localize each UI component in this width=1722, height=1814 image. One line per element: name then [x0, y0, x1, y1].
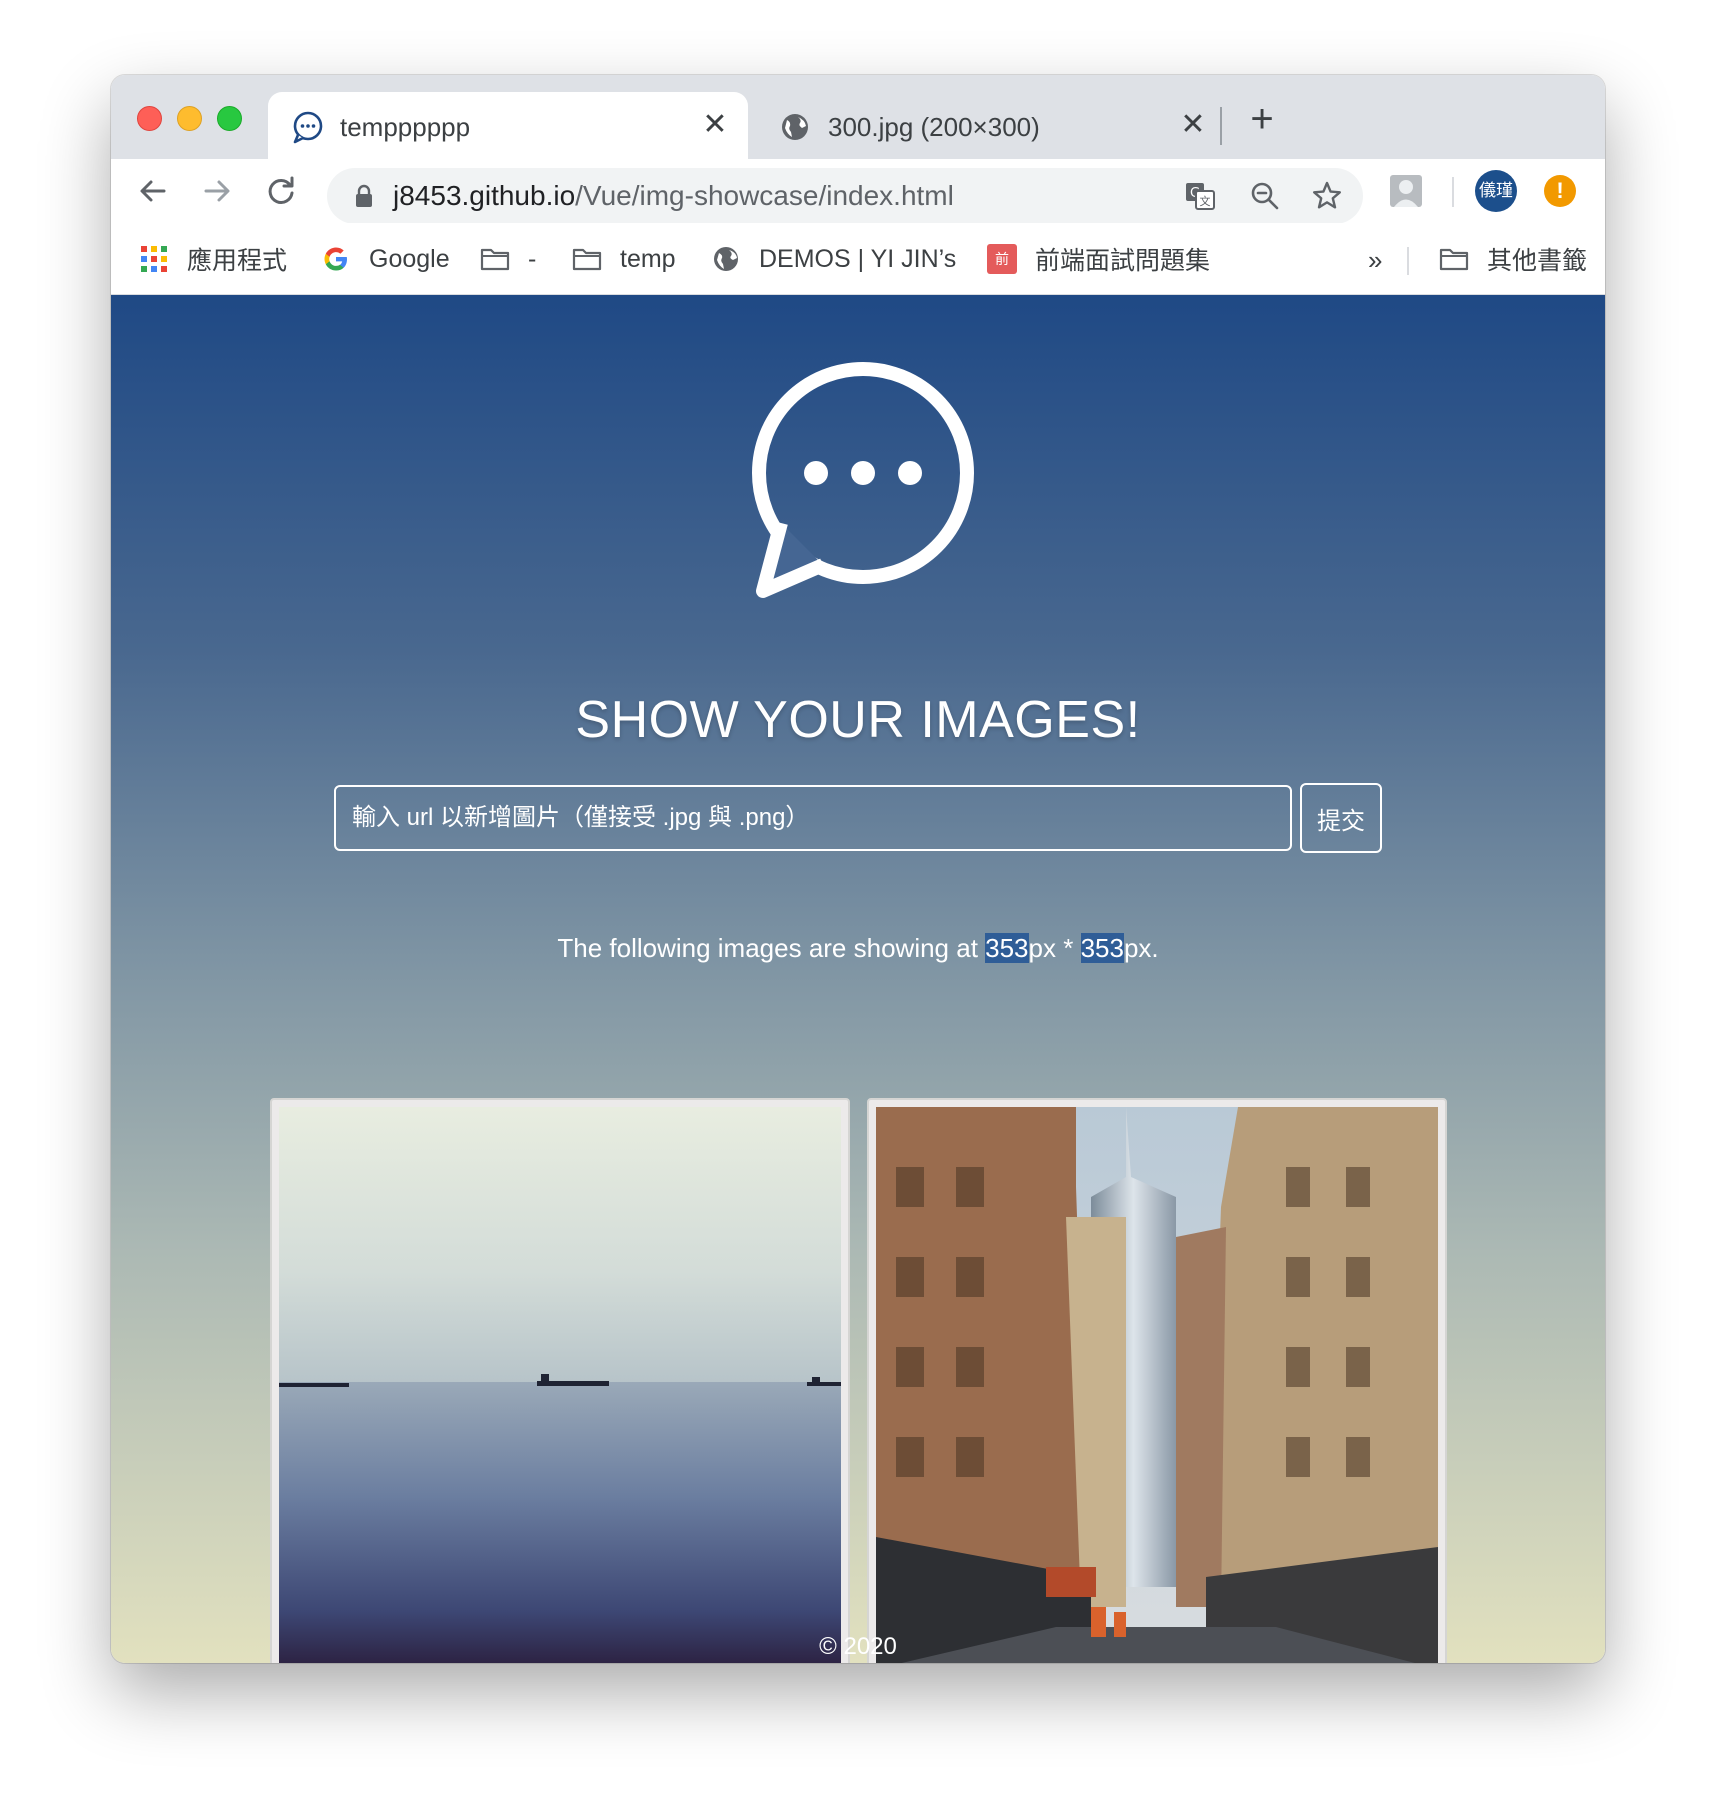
tab-close-icon[interactable]: ✕ [1180, 110, 1206, 140]
globe-icon [714, 247, 738, 271]
size-info-text: The following images are showing at 353p… [111, 933, 1605, 964]
bookmark-folder-temp[interactable]: temp [572, 241, 676, 277]
reload-icon[interactable] [259, 169, 303, 213]
sea-ships-image [279, 1107, 841, 1663]
tab-strip: tempppppp ✕ 300.jpg (200×300) ✕ + [111, 75, 1605, 159]
submit-button[interactable]: 提交 [1300, 783, 1382, 853]
globe-icon [782, 114, 808, 140]
bookmark-label: 應用程式 [187, 247, 288, 275]
page-content: SHOW YOUR IMAGES! 提交 The following image… [111, 295, 1605, 1663]
tab-title: 300.jpg (200×300) [828, 112, 1040, 142]
info-width-value: 353 [985, 933, 1029, 963]
bookmark-favicon: 前 [987, 244, 1017, 274]
tab-inactive[interactable]: 300.jpg (200×300) ✕ [756, 92, 1226, 159]
apps-grid-icon [141, 246, 167, 272]
url-text[interactable]: j8453.github.io/Vue/img-showcase/index.h… [393, 180, 954, 212]
image-card[interactable] [270, 1098, 850, 1663]
bookmark-folder-dash[interactable]: - [480, 241, 536, 277]
bookmark-label: - [528, 244, 537, 273]
chat-bubble-icon [293, 111, 323, 144]
info-mid: px * [1028, 933, 1081, 963]
bookmark-label: DEMOS | YI JIN’s [759, 244, 957, 273]
minimize-window-button[interactable] [177, 106, 202, 131]
back-arrow-icon[interactable] [131, 169, 175, 213]
svg-text:文: 文 [1200, 194, 1211, 208]
bookmarks-overflow-chevron[interactable]: » [1368, 245, 1382, 276]
forward-arrow-icon[interactable] [195, 169, 239, 213]
info-suffix: px. [1123, 933, 1159, 963]
folder-icon [1439, 248, 1469, 271]
url-path: /Vue/img-showcase/index.html [575, 180, 954, 211]
bookmarks-bar: 應用程式 Google - temp DEMOS | YI JIN’s 前 前端… [111, 223, 1605, 295]
bookmark-demos[interactable]: DEMOS | YI JIN’s [711, 241, 956, 277]
profile-avatar[interactable]: 儀瑾 [1475, 170, 1517, 212]
bookmark-label: Google [369, 244, 450, 273]
url-host: j8453.github.io [393, 180, 576, 211]
alert-icon[interactable]: ! [1544, 175, 1576, 207]
bookmark-google[interactable]: Google [321, 241, 450, 277]
bookmark-label: 其他書籤 [1487, 247, 1588, 275]
new-tab-button[interactable]: + [1242, 99, 1282, 139]
fullscreen-window-button[interactable] [217, 106, 242, 131]
star-bookmark-icon[interactable] [1311, 180, 1343, 212]
footer-copyright: © 2020 [819, 1633, 897, 1660]
chat-bubble-logo-icon [752, 362, 974, 598]
tab-active[interactable]: tempppppp ✕ [268, 92, 748, 159]
toolbar: j8453.github.io/Vue/img-showcase/index.h… [111, 159, 1605, 224]
bookmarks-separator [1407, 247, 1409, 275]
city-street-image [876, 1107, 1438, 1663]
tab-close-icon[interactable]: ✕ [702, 110, 728, 140]
extension-icon[interactable] [1387, 172, 1425, 210]
bookmark-apps[interactable]: 應用程式 [139, 241, 287, 277]
address-bar[interactable]: j8453.github.io/Vue/img-showcase/index.h… [327, 168, 1363, 224]
bookmark-interview[interactable]: 前 前端面試問題集 [987, 241, 1210, 277]
translate-icon[interactable]: G 文 [1184, 180, 1216, 212]
tab-separator [1220, 107, 1222, 145]
folder-icon [572, 248, 602, 271]
bookmark-other-folder[interactable]: 其他書籤 [1439, 241, 1587, 277]
info-prefix: The following images are showing at [557, 933, 986, 963]
folder-icon [480, 248, 510, 271]
google-icon [324, 247, 347, 271]
browser-window: tempppppp ✕ 300.jpg (200×300) ✕ + j8453.… [111, 75, 1605, 1663]
bookmark-label: 前端面試問題集 [1035, 247, 1211, 275]
image-url-input[interactable] [334, 785, 1292, 851]
tab-title: tempppppp [340, 112, 471, 142]
zoom-out-icon[interactable] [1249, 180, 1281, 212]
bookmark-label: temp [620, 244, 676, 273]
image-card[interactable] [867, 1098, 1447, 1663]
close-window-button[interactable] [137, 106, 162, 131]
toolbar-separator [1452, 177, 1454, 207]
info-height-value: 353 [1080, 933, 1124, 963]
page-title: SHOW YOUR IMAGES! [575, 691, 1141, 749]
lock-icon[interactable] [353, 184, 375, 208]
